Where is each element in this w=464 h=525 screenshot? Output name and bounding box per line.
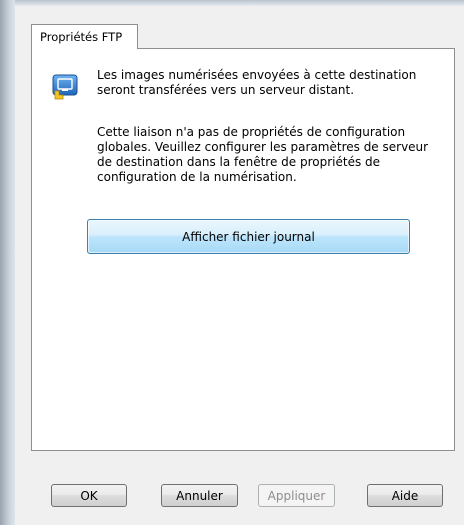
ok-button[interactable]: OK: [51, 484, 127, 507]
configuration-info: Cette liaison n'a pas de propriétés de c…: [97, 125, 429, 184]
tab-ftp-properties[interactable]: Propriétés FTP: [31, 24, 138, 49]
ftp-properties-dialog: Propriétés FTP Les images numérisées env…: [0, 0, 464, 525]
destination-description: Les images numérisées envoyées à cette d…: [97, 68, 417, 97]
show-log-file-button[interactable]: Afficher fichier journal: [87, 219, 410, 254]
window-frame-left: [0, 0, 15, 525]
cancel-button[interactable]: Annuler: [161, 484, 238, 507]
tab-label: Propriétés FTP: [40, 30, 123, 44]
help-button[interactable]: Aide: [367, 484, 443, 507]
ftp-destination-icon: [52, 74, 78, 100]
tab-panel: Les images numérisées envoyées à cette d…: [31, 48, 455, 451]
window-frame-top: [0, 0, 464, 6]
apply-button[interactable]: Appliquer: [258, 484, 335, 507]
